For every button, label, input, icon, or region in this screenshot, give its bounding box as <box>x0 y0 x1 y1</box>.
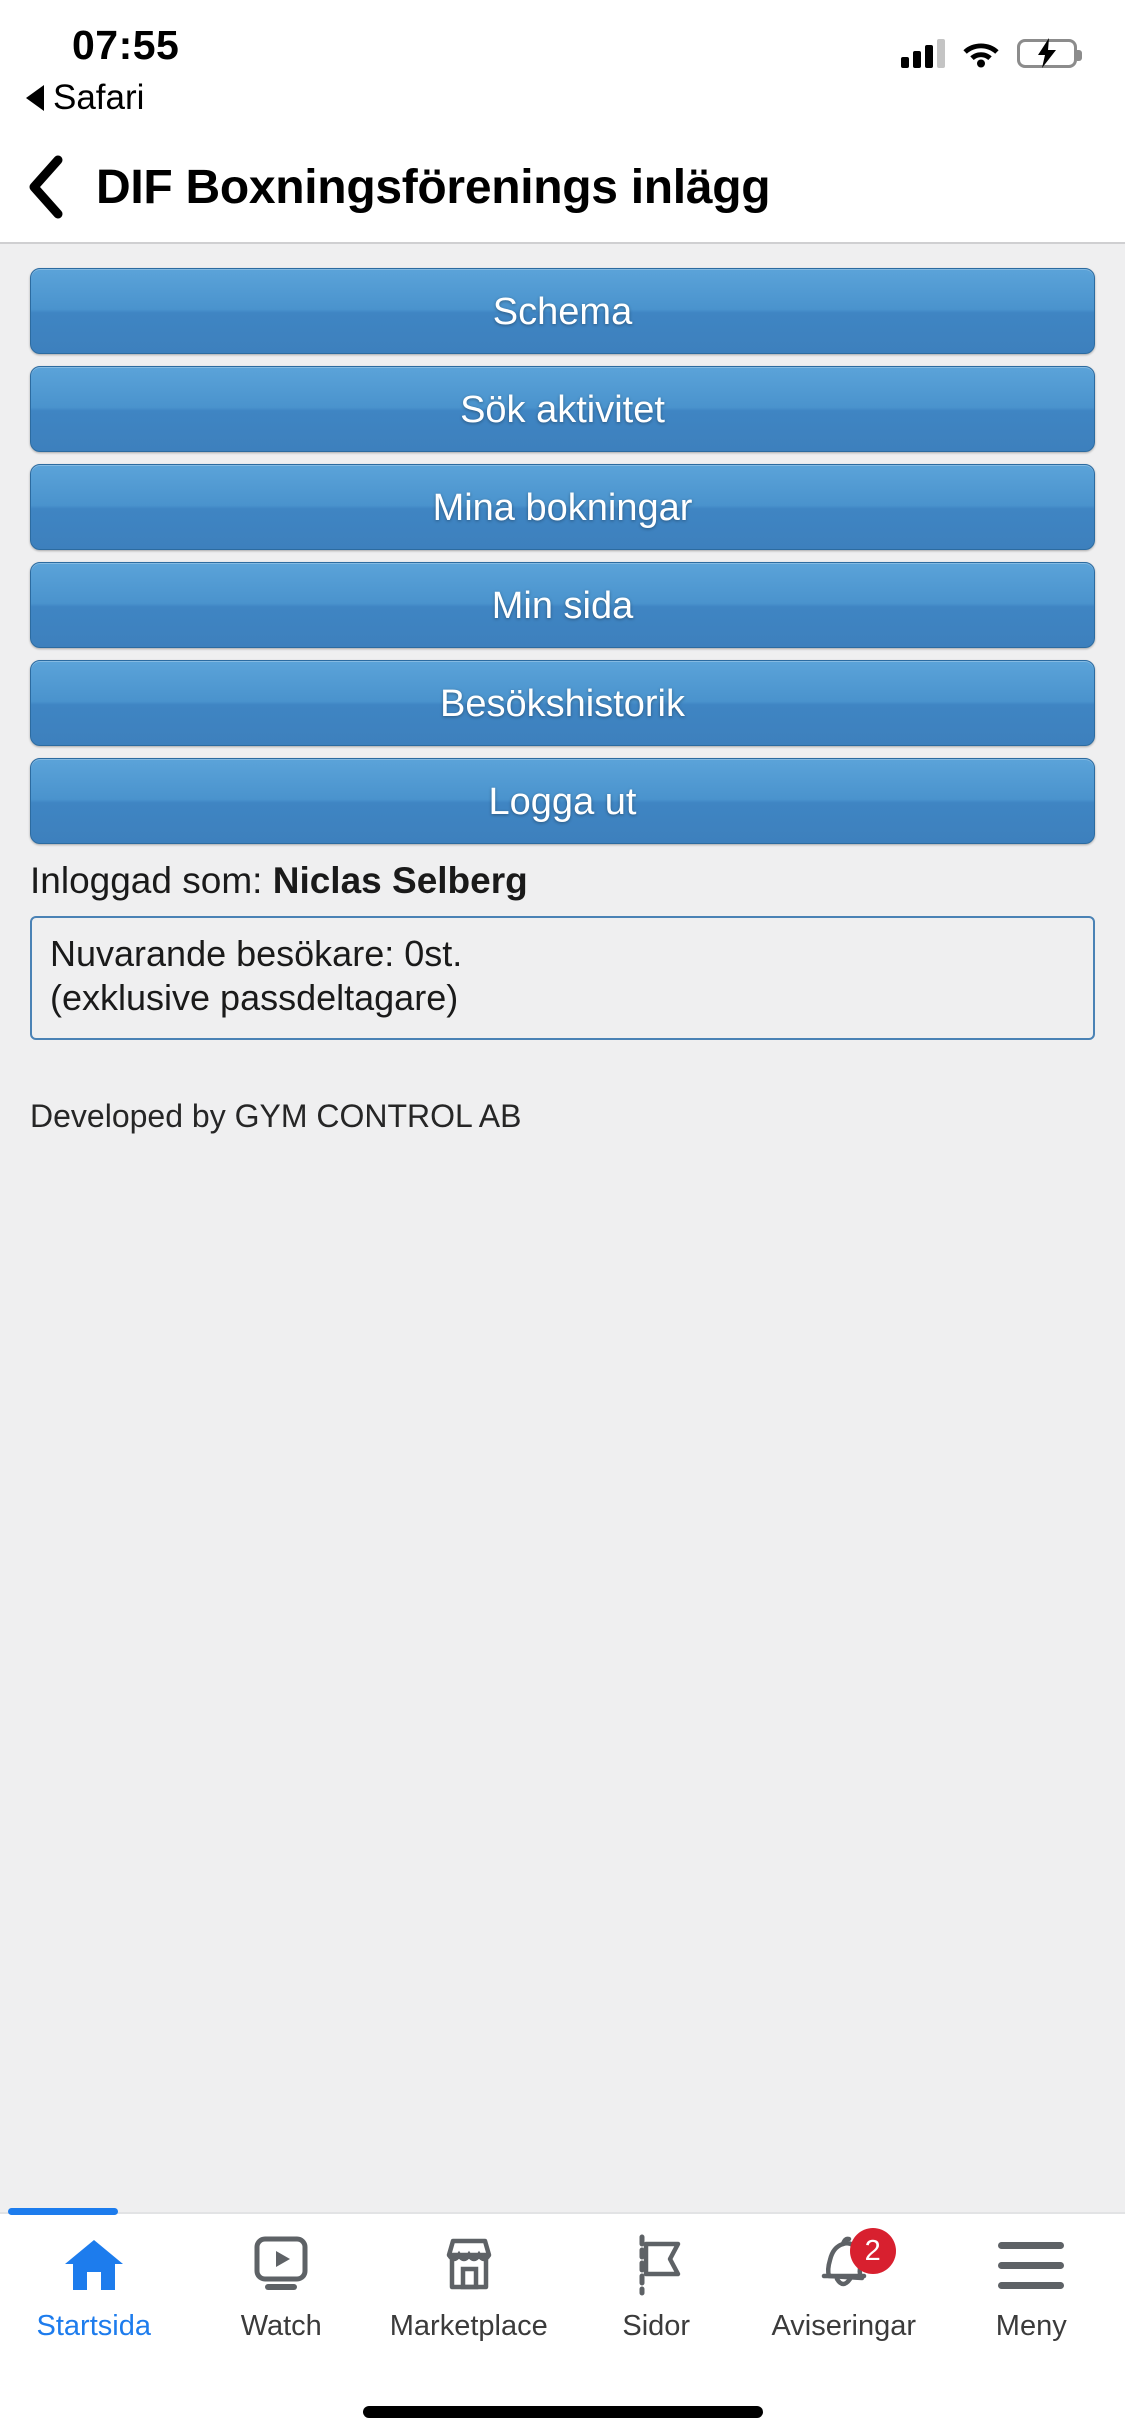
tab-sidor-label: Sidor <box>622 2310 691 2342</box>
status-bar-indicators <box>901 38 1082 68</box>
mina-bokningar-button[interactable]: Mina bokningar <box>30 464 1095 550</box>
home-icon <box>63 2234 125 2296</box>
logged-in-status: Inloggad som: Niclas Selberg <box>30 860 1095 902</box>
tab-watch-label: Watch <box>240 2310 322 2342</box>
back-to-safari-label: Safari <box>53 78 145 117</box>
page-title: DIF Boxningsförenings inlägg <box>96 160 771 214</box>
back-to-safari-link[interactable]: Safari <box>26 78 144 118</box>
wifi-icon <box>961 38 1001 68</box>
home-indicator[interactable] <box>362 2406 763 2418</box>
hamburger-menu-icon <box>998 2234 1065 2296</box>
tab-aviseringar-label: Aviseringar <box>771 2310 917 2342</box>
back-triangle-icon <box>26 85 44 111</box>
home-indicator-area <box>0 2388 1125 2436</box>
chevron-left-icon <box>29 155 63 219</box>
tab-sidor[interactable]: Sidor <box>563 2214 751 2343</box>
logga-ut-button[interactable]: Logga ut <box>30 758 1095 844</box>
developer-credit: Developed by GYM CONTROL AB <box>30 1097 522 1134</box>
logged-in-prefix: Inloggad som: <box>30 860 263 901</box>
marketplace-storefront-icon <box>439 2234 499 2296</box>
tab-marketplace-label: Marketplace <box>389 2310 548 2342</box>
status-bar: 07:55 Safari <box>0 0 1125 132</box>
cellular-signal-icon <box>901 38 945 68</box>
visitors-note-line: (exklusive passdeltagare) <box>50 976 459 1018</box>
besokshistorik-button[interactable]: Besökshistorik <box>30 660 1095 746</box>
logged-in-username: Niclas Selberg <box>272 860 528 901</box>
tab-meny-label: Meny <box>995 2310 1067 2342</box>
pages-flag-icon <box>628 2234 684 2296</box>
web-content-area: Schema Sök aktivitet Mina bokningar Min … <box>0 244 1125 2212</box>
bell-icon: 2 <box>814 2228 896 2296</box>
tab-aviseringar[interactable]: 2 Aviseringar <box>750 2214 938 2343</box>
navigation-bar: DIF Boxningsförenings inlägg <box>0 132 1125 244</box>
action-button-list: Schema Sök aktivitet Mina bokningar Min … <box>30 268 1095 844</box>
notifications-badge: 2 <box>849 2228 896 2274</box>
tab-startsida-label: Startsida <box>36 2310 151 2342</box>
tab-watch[interactable]: Watch <box>188 2214 376 2343</box>
visitor-info-box: Nuvarande besökare: 0st. (exklusive pass… <box>30 916 1095 1040</box>
min-sida-button[interactable]: Min sida <box>30 562 1095 648</box>
status-bar-time: 07:55 <box>72 22 180 68</box>
phone-screen: 07:55 Safari DIF Boxningsförenings inläg… <box>0 0 1125 2436</box>
sok-aktivitet-button[interactable]: Sök aktivitet <box>30 366 1095 452</box>
nav-back-button[interactable] <box>0 132 96 242</box>
tab-startsida[interactable]: Startsida <box>0 2214 188 2343</box>
tab-marketplace[interactable]: Marketplace <box>375 2214 563 2343</box>
bottom-tab-bar: Startsida Watch Marketplace Sidor 2 Avis… <box>0 2208 1125 2388</box>
battery-charging-icon <box>1017 38 1082 68</box>
schema-button[interactable]: Schema <box>30 268 1095 354</box>
tab-meny[interactable]: Meny <box>938 2214 1125 2343</box>
watch-video-icon <box>252 2234 310 2296</box>
current-visitors-line: Nuvarande besökare: 0st. <box>50 933 463 974</box>
